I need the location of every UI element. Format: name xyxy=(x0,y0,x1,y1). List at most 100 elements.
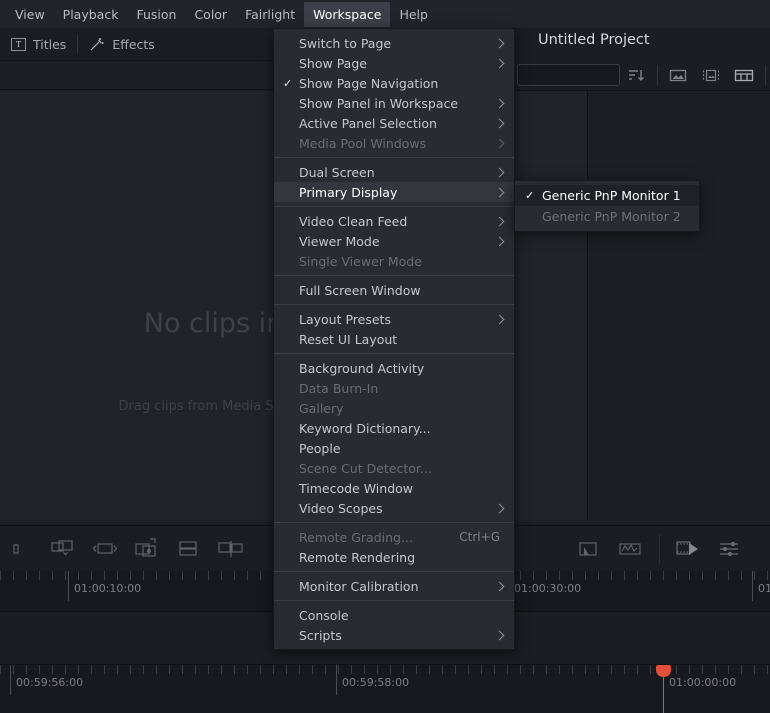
menu-item-label: Show Panel in Workspace xyxy=(299,95,459,111)
chevron-right-icon xyxy=(494,38,505,48)
menu-item-active-panel-selection[interactable]: Active Panel Selection xyxy=(274,113,514,133)
menu-item-remote-rendering[interactable]: Remote Rendering xyxy=(274,547,514,567)
menu-item-show-page[interactable]: Show Page xyxy=(274,53,514,73)
menu-item-gallery: Gallery xyxy=(274,398,514,418)
menubar-item-view[interactable]: View xyxy=(6,2,54,27)
menu-item-data-burn-in: Data Burn-In xyxy=(274,378,514,398)
menu-item-viewer-mode[interactable]: Viewer Mode xyxy=(274,231,514,251)
list-view-icon[interactable] xyxy=(734,66,754,84)
toolbar-divider-2 xyxy=(656,65,658,85)
menubar-item-color[interactable]: Color xyxy=(185,2,236,27)
chevron-right-icon xyxy=(494,581,505,591)
filmstrip-view-icon[interactable] xyxy=(701,66,720,84)
titles-button[interactable]: T Titles xyxy=(0,28,77,60)
menu-item-label: Show Page xyxy=(299,55,367,71)
chevron-right-icon xyxy=(494,314,505,324)
davinci-resolve-window: No clips in media pool Drag clips from M… xyxy=(0,0,770,713)
menu-item-label: Scripts xyxy=(299,627,342,643)
menu-item-timecode-window[interactable]: Timecode Window xyxy=(274,478,514,498)
menu-separator xyxy=(274,353,514,354)
menu-item-video-scopes[interactable]: Video Scopes xyxy=(274,498,514,518)
render-timeline-icon[interactable] xyxy=(674,536,704,562)
menu-item-label: Background Activity xyxy=(299,360,425,376)
submenu-item-monitor-1[interactable]: ✓ Generic PnP Monitor 1 xyxy=(515,185,699,206)
menu-item-show-panel-in-workspace[interactable]: Show Panel in Workspace xyxy=(274,93,514,113)
menubar-item-fairlight[interactable]: Fairlight xyxy=(236,2,304,27)
menu-item-media-pool-windows: Media Pool Windows xyxy=(274,133,514,153)
menu-item-label: Full Screen Window xyxy=(299,282,421,298)
timecode-label: 00:59:58:00 xyxy=(342,676,410,689)
menu-item-monitor-calibration[interactable]: Monitor Calibration xyxy=(274,576,514,596)
menu-item-show-page-navigation[interactable]: ✓ Show Page Navigation xyxy=(274,73,514,93)
menu-separator xyxy=(274,304,514,305)
menu-item-switch-to-page[interactable]: Switch to Page xyxy=(274,33,514,53)
menu-item-remote-grading: Remote Grading... Ctrl+G xyxy=(274,527,514,547)
chevron-right-icon xyxy=(494,98,505,108)
insert-clip-icon[interactable] xyxy=(90,536,120,562)
chevron-right-icon xyxy=(494,58,505,68)
menubar-item-help[interactable]: Help xyxy=(390,2,437,27)
menu-item-reset-ui-layout[interactable]: Reset UI Layout xyxy=(274,329,514,349)
menu-item-label: Switch to Page xyxy=(299,35,392,51)
effects-label: Effects xyxy=(112,36,155,52)
menu-item-label: Remote Grading... xyxy=(299,529,413,545)
timeline-ruler-bottom[interactable]: 00:59:56:00 00:59:58:00 01:00:00:00 xyxy=(0,664,770,713)
menu-separator xyxy=(274,275,514,276)
place-on-top-icon[interactable] xyxy=(132,536,162,562)
chevron-right-icon xyxy=(494,236,505,246)
menu-item-label: People xyxy=(299,440,341,456)
submenu-item-label: Generic PnP Monitor 1 xyxy=(542,188,681,203)
source-viewer-icon[interactable] xyxy=(573,536,603,562)
submenu-item-monitor-2[interactable]: Generic PnP Monitor 2 xyxy=(515,206,699,227)
effects-button[interactable]: Effects xyxy=(78,28,166,60)
menu-item-console[interactable]: Console xyxy=(274,605,514,625)
menu-item-layout-presets[interactable]: Layout Presets xyxy=(274,309,514,329)
timecode-label: 00:59:56:00 xyxy=(16,676,84,689)
timecode-label: 01:00:00:00 xyxy=(669,676,737,689)
chevron-right-icon xyxy=(494,167,505,177)
fit-to-fill-icon[interactable] xyxy=(174,536,204,562)
menu-item-label: Monitor Calibration xyxy=(299,578,419,594)
search-input[interactable] xyxy=(517,64,620,86)
menu-item-label: Active Panel Selection xyxy=(299,115,437,131)
menubar-item-fusion[interactable]: Fusion xyxy=(127,2,185,27)
menu-item-background-activity[interactable]: Background Activity xyxy=(274,358,514,378)
chevron-right-icon xyxy=(494,630,505,640)
menu-item-label: Data Burn-In xyxy=(299,380,379,396)
sort-order-icon[interactable] xyxy=(627,66,646,84)
menu-item-dual-screen[interactable]: Dual Screen xyxy=(274,162,514,182)
menu-item-label: Primary Display xyxy=(299,184,398,200)
menu-item-label: Single Viewer Mode xyxy=(299,253,422,269)
menu-item-keyword-dictionary[interactable]: Keyword Dictionary... xyxy=(274,418,514,438)
menu-separator xyxy=(274,157,514,158)
titles-label: Titles xyxy=(33,36,67,52)
append-clip-icon[interactable] xyxy=(216,536,246,562)
audio-waveform-icon[interactable] xyxy=(615,536,645,562)
thumbnail-view-icon[interactable] xyxy=(669,66,688,84)
menu-item-full-screen-window[interactable]: Full Screen Window xyxy=(274,280,514,300)
menu-item-single-viewer-mode: Single Viewer Mode xyxy=(274,251,514,271)
menu-item-label: Layout Presets xyxy=(299,311,391,327)
menu-item-label: Console xyxy=(299,607,349,623)
chevron-right-icon xyxy=(494,216,505,226)
menu-item-label: Media Pool Windows xyxy=(299,135,427,151)
menu-item-label: Keyword Dictionary... xyxy=(299,420,431,436)
menu-item-label: Gallery xyxy=(299,400,344,416)
menu-item-people[interactable]: People xyxy=(274,438,514,458)
workspace-menu[interactable]: Switch to Page Show Page ✓ Show Page Naviga… xyxy=(273,28,515,650)
menubar-item-playback[interactable]: Playback xyxy=(54,2,128,27)
menu-item-scripts[interactable]: Scripts xyxy=(274,625,514,645)
menu-item-video-clean-feed[interactable]: Video Clean Feed xyxy=(274,211,514,231)
timecode-label: 01:00:30:00 xyxy=(514,582,582,595)
primary-display-submenu[interactable]: ✓ Generic PnP Monitor 1 Generic PnP Monito… xyxy=(514,180,700,232)
menu-item-label: Show Page Navigation xyxy=(299,75,439,91)
edit-toolbar-divider xyxy=(659,534,660,564)
menu-item-primary-display[interactable]: Primary Display xyxy=(274,182,514,202)
overwrite-clip-icon[interactable] xyxy=(48,536,78,562)
chevron-right-icon xyxy=(494,138,505,148)
menubar-item-workspace[interactable]: Workspace xyxy=(304,1,391,27)
menu-item-label: Video Clean Feed xyxy=(299,213,408,229)
mixer-settings-icon[interactable] xyxy=(716,536,746,562)
menu-separator xyxy=(274,206,514,207)
trim-edit-icon[interactable] xyxy=(6,536,36,562)
